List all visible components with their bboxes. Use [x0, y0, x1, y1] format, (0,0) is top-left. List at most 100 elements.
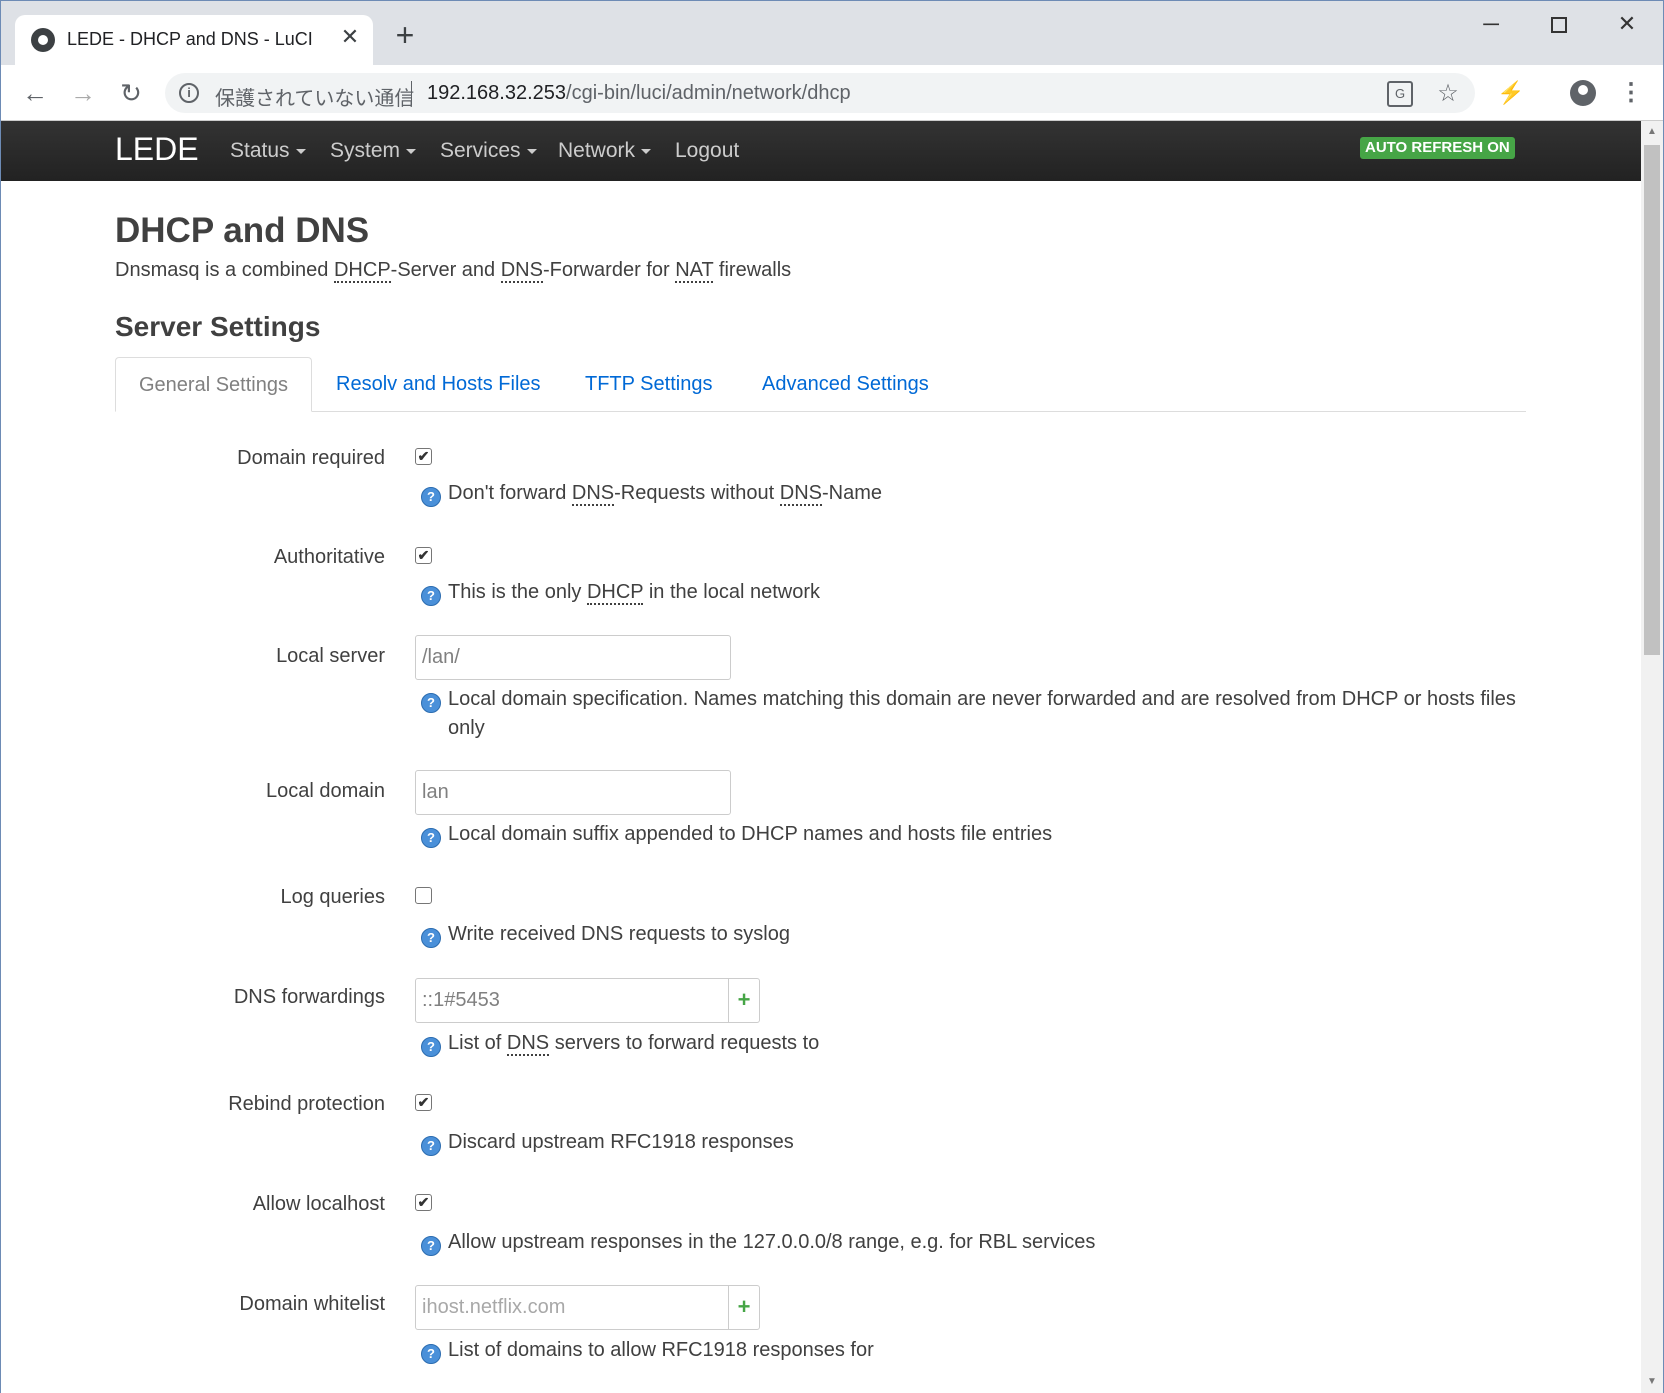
security-label[interactable]: 保護されていない通信: [215, 82, 414, 111]
new-tab-icon[interactable]: +: [389, 19, 421, 53]
abbr-dns: DNS: [779, 482, 822, 506]
local-domain-input[interactable]: [415, 770, 731, 815]
help-text: Don't forward: [448, 482, 572, 504]
help-text: Local domain specification. Names matchi…: [448, 688, 1516, 710]
allow-localhost-checkbox[interactable]: ✔: [415, 1194, 432, 1211]
caret-down-icon: [295, 148, 306, 154]
url-text[interactable]: 192.168.32.253/cgi-bin/luci/admin/networ…: [427, 82, 851, 105]
help-text: servers to forward requests to: [549, 1032, 820, 1054]
help-icon: ?: [421, 586, 441, 606]
local-server-label: Local server: [276, 645, 385, 667]
account-icon[interactable]: [1567, 77, 1599, 109]
translate-icon[interactable]: G: [1387, 81, 1413, 107]
reload-icon[interactable]: ↻: [115, 77, 147, 109]
local-server-help: ? Local domain specification. Names match…: [421, 685, 1516, 714]
domain-whitelist-label: Domain whitelist: [239, 1293, 385, 1315]
luci-header: LEDE Status System Services Network Logo…: [1, 121, 1641, 181]
help-text: List of domains to allow RFC1918 respons…: [448, 1339, 874, 1361]
domain-required-checkbox[interactable]: ✔: [415, 448, 432, 465]
abbr-dhcp: DHCP: [586, 581, 644, 605]
allow-localhost-help: ? Allow upstream responses in the 127.0.0…: [421, 1228, 1095, 1257]
abbr-nat: NAT: [675, 259, 714, 283]
desc-text: -Forwarder for: [542, 259, 676, 281]
dns-forwardings-input[interactable]: [415, 978, 731, 1023]
abbr-dns: DNS: [500, 259, 543, 283]
scroll-thumb[interactable]: [1644, 145, 1660, 655]
local-domain-label: Local domain: [266, 780, 385, 802]
scroll-down-icon[interactable]: ▼: [1641, 1371, 1663, 1393]
brand-logo[interactable]: LEDE: [115, 131, 199, 168]
domain-whitelist-add-button[interactable]: +: [728, 1285, 760, 1330]
nav-network[interactable]: Network: [558, 139, 652, 163]
local-domain-help: ? Local domain suffix appended to DHCP na…: [421, 820, 1052, 849]
auto-refresh-badge[interactable]: AUTO REFRESH ON: [1360, 137, 1515, 159]
settings-tabs: General Settings Resolv and Hosts Files …: [115, 357, 1526, 412]
page-description: Dnsmasq is a combined DHCP-Server and DN…: [115, 259, 792, 283]
help-text: List of: [448, 1032, 507, 1054]
help-text: in the local network: [643, 581, 821, 603]
tab-tftp-settings[interactable]: TFTP Settings: [585, 357, 712, 412]
domain-whitelist-input[interactable]: [415, 1285, 731, 1330]
maximize-icon[interactable]: [1525, 1, 1593, 47]
help-text: Discard upstream RFC1918 responses: [448, 1131, 794, 1153]
browser-tab[interactable]: LEDE - DHCP and DNS - LuCI ✕: [15, 15, 373, 65]
log-queries-checkbox[interactable]: [415, 887, 432, 904]
help-text: This is the only: [448, 581, 587, 603]
tab-title: LEDE - DHCP and DNS - LuCI: [67, 29, 313, 49]
help-icon: ?: [421, 1037, 441, 1057]
bookmark-star-icon[interactable]: ☆: [1435, 81, 1461, 107]
close-tab-icon[interactable]: ✕: [337, 24, 363, 50]
dns-forwardings-add-button[interactable]: +: [728, 978, 760, 1023]
extension-bolt-icon[interactable]: ⚡: [1495, 77, 1527, 109]
dns-forwardings-help: ? List of DNS servers to forward requests…: [421, 1029, 819, 1058]
rebind-protection-label: Rebind protection: [228, 1093, 385, 1115]
tab-strip: LEDE - DHCP and DNS - LuCI ✕ + ─ ✕: [1, 1, 1663, 65]
desc-text: -Server and: [390, 259, 501, 281]
window-close-icon[interactable]: ✕: [1593, 1, 1661, 47]
minimize-icon[interactable]: ─: [1457, 1, 1525, 47]
nav-logout[interactable]: Logout: [675, 139, 739, 163]
authoritative-checkbox[interactable]: ✔: [415, 547, 432, 564]
back-icon[interactable]: ←: [19, 77, 51, 109]
page-title: DHCP and DNS: [115, 211, 370, 250]
tab-resolv-hosts-files[interactable]: Resolv and Hosts Files: [336, 357, 541, 412]
caret-down-icon: [526, 148, 537, 154]
nav-system[interactable]: System: [330, 139, 417, 163]
help-icon: ?: [421, 928, 441, 948]
help-text: -Requests without: [614, 482, 780, 504]
local-server-input[interactable]: [415, 635, 731, 680]
help-text: Local domain suffix appended to DHCP nam…: [448, 823, 1053, 845]
authoritative-help: ? This is the only DHCP in the local netw…: [421, 578, 820, 607]
local-server-help-cont: only: [448, 717, 485, 739]
domain-whitelist-help: ? List of domains to allow RFC1918 respon…: [421, 1336, 874, 1365]
favicon-icon: [31, 28, 55, 52]
domain-required-label: Domain required: [237, 447, 385, 469]
nav-services-label: Services: [440, 139, 521, 162]
rebind-protection-checkbox[interactable]: ✔: [415, 1094, 432, 1111]
tab-advanced-settings[interactable]: Advanced Settings: [762, 357, 929, 412]
desc-text: firewalls: [713, 259, 792, 281]
tab-general-settings[interactable]: General Settings: [115, 357, 312, 412]
abbr-dhcp: DHCP: [333, 259, 391, 283]
page-scrollbar[interactable]: ▲ ▼: [1641, 121, 1663, 1393]
url-path: /cgi-bin/luci/admin/network/dhcp: [566, 82, 851, 104]
help-text: Write received DNS requests to syslog: [448, 923, 790, 945]
forward-icon[interactable]: →: [67, 77, 99, 109]
dns-forwardings-label: DNS forwardings: [233, 986, 385, 1008]
section-title: Server Settings: [115, 311, 321, 342]
rebind-protection-help: ? Discard upstream RFC1918 responses: [421, 1128, 794, 1157]
authoritative-label: Authoritative: [273, 546, 385, 568]
info-icon[interactable]: i: [179, 83, 199, 103]
browser-toolbar: ← → ↻ i 保護されていない通信 192.168.32.253/cgi-bi…: [1, 65, 1663, 121]
allow-localhost-label: Allow localhost: [252, 1193, 385, 1215]
url-separator: [411, 81, 412, 105]
nav-services[interactable]: Services: [440, 139, 537, 163]
domain-required-help: ? Don't forward DNS-Requests without DNS-…: [421, 479, 882, 508]
caret-down-icon: [641, 148, 652, 154]
nav-status[interactable]: Status: [230, 139, 306, 163]
log-queries-help: ? Write received DNS requests to syslog: [421, 920, 790, 949]
browser-window: LEDE - DHCP and DNS - LuCI ✕ + ─ ✕ ← → ↻…: [0, 0, 1664, 1393]
scroll-up-icon[interactable]: ▲: [1641, 121, 1663, 143]
address-bar[interactable]: i 保護されていない通信 192.168.32.253/cgi-bin/luci…: [165, 73, 1475, 113]
browser-menu-icon[interactable]: ⋮: [1615, 77, 1647, 109]
